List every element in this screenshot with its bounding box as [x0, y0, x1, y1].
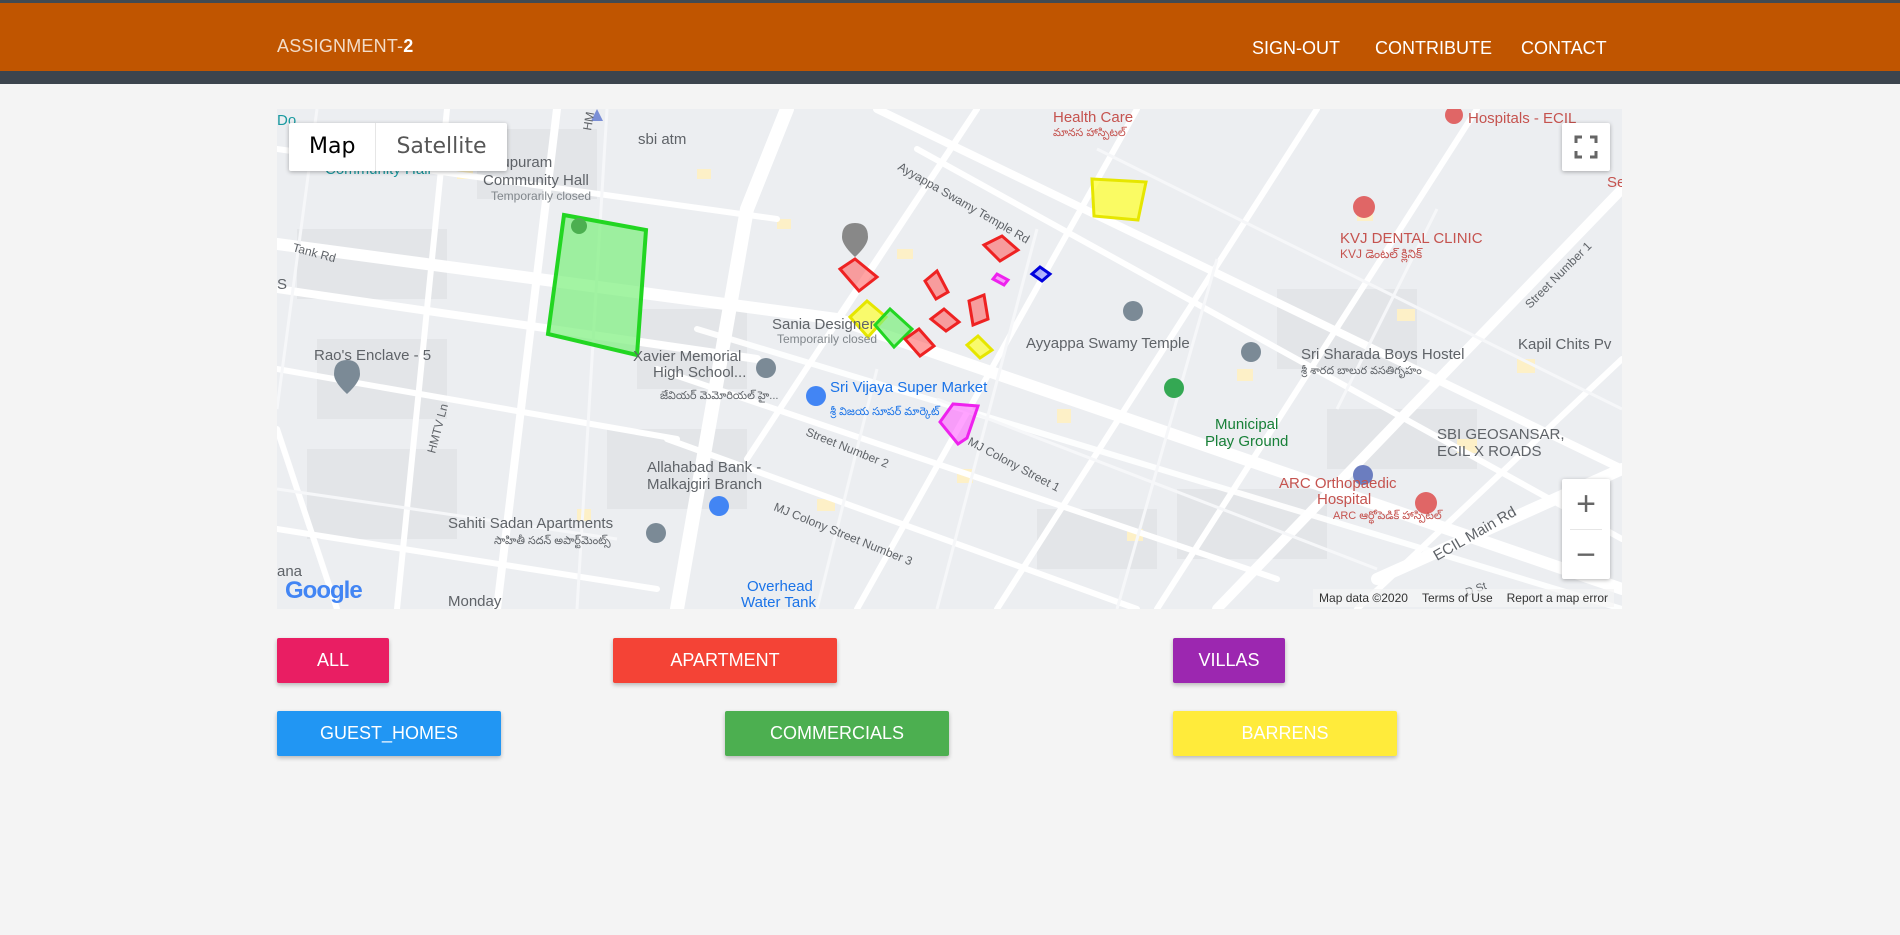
terms-of-use-link[interactable]: Terms of Use	[1422, 591, 1493, 605]
filter-apartment-button[interactable]: APARTMENT	[613, 638, 837, 683]
zoom-in-button[interactable]: +	[1562, 479, 1610, 529]
zoom-out-button[interactable]: −	[1562, 530, 1610, 580]
label-sania-designer: Sania Designer	[772, 316, 875, 333]
label-raos-enclave: Rao's Enclave - 5	[314, 347, 431, 364]
google-logo-text: Google	[285, 577, 363, 604]
property-barren-1[interactable]	[1090, 177, 1148, 222]
label-sahiti-te: సాహితీ సదన్ అపార్ట్‌మెంట్స్	[494, 534, 611, 549]
label-temp-closed-1: Temporarily closed	[491, 189, 591, 203]
map-container[interactable]: Anupuram Community Hall Temporarily clos…	[277, 109, 1622, 609]
brand-prefix: ASSIGNMENT-	[277, 36, 404, 56]
label-hospitals-ecil: Hospitals - ECIL	[1468, 110, 1576, 127]
map-data-attribution: Map data ©2020	[1319, 591, 1408, 605]
label-sahiti: Sahiti Sadan Apartments	[448, 515, 613, 532]
label-vijaya: Sri Vijaya Super Market	[830, 379, 988, 396]
label-sbi-atm: sbi atm	[638, 131, 686, 148]
nav-contribute[interactable]: CONTRIBUTE	[1375, 38, 1492, 59]
nav-sign-out[interactable]: SIGN-OUT	[1252, 38, 1340, 59]
navbar: ASSIGNMENT-2 SIGN-OUT CONTRIBUTE CONTACT	[0, 3, 1900, 71]
filter-commercials-button[interactable]: COMMERCIALS	[725, 711, 949, 756]
label-xavier-te: జేవియర్ మెమోరియల్ హై...	[660, 389, 778, 403]
label-health-care-te: మానస హాస్పిటల్	[1053, 126, 1127, 140]
property-apartment-4[interactable]	[967, 292, 990, 328]
nav-contact[interactable]: CONTACT	[1521, 38, 1607, 59]
label-allahabad: Allahabad Bank -	[647, 459, 761, 476]
label-overhead: Overhead	[747, 578, 813, 595]
label-ecil-x-roads: ECIL X ROADS	[1437, 443, 1541, 460]
zoom-control: + −	[1562, 479, 1610, 579]
filter-barrens-button[interactable]: BARRENS	[1173, 711, 1397, 756]
brand-logo[interactable]: ASSIGNMENT-2	[277, 36, 413, 57]
map-type-map-button[interactable]: Map	[289, 123, 377, 171]
map-canvas[interactable]: Anupuram Community Hall Temporarily clos…	[277, 109, 1622, 609]
label-kvj-te: KVJ డెంటల్ క్లినిక్	[1340, 247, 1423, 263]
property-commercial-1[interactable]	[545, 212, 649, 358]
filter-villas-button[interactable]: VILLAS	[1173, 638, 1285, 683]
label-vijaya-te: శ్రీ విజయ సూపర్ మార్కెట్	[830, 405, 941, 419]
brand-suffix: 2	[403, 36, 414, 56]
map-footer: Map data ©2020 Terms of Use Report a map…	[1313, 589, 1614, 607]
map-type-satellite-button[interactable]: Satellite	[376, 123, 506, 171]
label-kvj-dental: KVJ DENTAL CLINIC	[1340, 230, 1483, 247]
label-sbi-geosansar: SBI GEOSANSAR,	[1437, 426, 1565, 443]
label-xavier: Xavier Memorial	[633, 348, 741, 365]
filter-all-button[interactable]: ALL	[277, 638, 389, 683]
label-s-edge: S	[277, 276, 287, 293]
label-play-ground: Play Ground	[1205, 433, 1288, 450]
fullscreen-button[interactable]	[1562, 123, 1610, 171]
label-sharada-te: శ్రీ శారద బాలుర వసతిగృహం	[1301, 364, 1422, 379]
map-type-control: Map Satellite	[289, 123, 507, 171]
label-kapil-chits: Kapil Chits Pv	[1518, 336, 1612, 353]
label-monday: Monday	[448, 593, 502, 609]
label-se-edge: Se	[1607, 174, 1622, 191]
label-ayyappa-temple: Ayyappa Swamy Temple	[1026, 335, 1190, 352]
report-map-error-link[interactable]: Report a map error	[1507, 591, 1608, 605]
label-municipal: Municipal	[1215, 416, 1278, 433]
label-arc-hospital: Hospital	[1317, 491, 1371, 508]
fullscreen-icon	[1574, 135, 1598, 159]
filter-guest-homes-button[interactable]: GUEST_HOMES	[277, 711, 501, 756]
label-health-care: Health Care	[1053, 109, 1133, 126]
navbar-underline	[0, 71, 1900, 84]
google-logo: Google	[285, 577, 363, 605]
label-malkajgiri: Malkajgiri Branch	[647, 476, 762, 493]
label-community-hall: Community Hall	[483, 172, 589, 189]
label-water-tank: Water Tank	[741, 594, 817, 609]
label-high-school: High School...	[653, 364, 746, 381]
label-temp-closed-2: Temporarily closed	[777, 332, 877, 346]
label-sharada-hostel: Sri Sharada Boys Hostel	[1301, 346, 1464, 363]
label-arc-orthopaedic: ARC Orthopaedic	[1279, 475, 1397, 492]
